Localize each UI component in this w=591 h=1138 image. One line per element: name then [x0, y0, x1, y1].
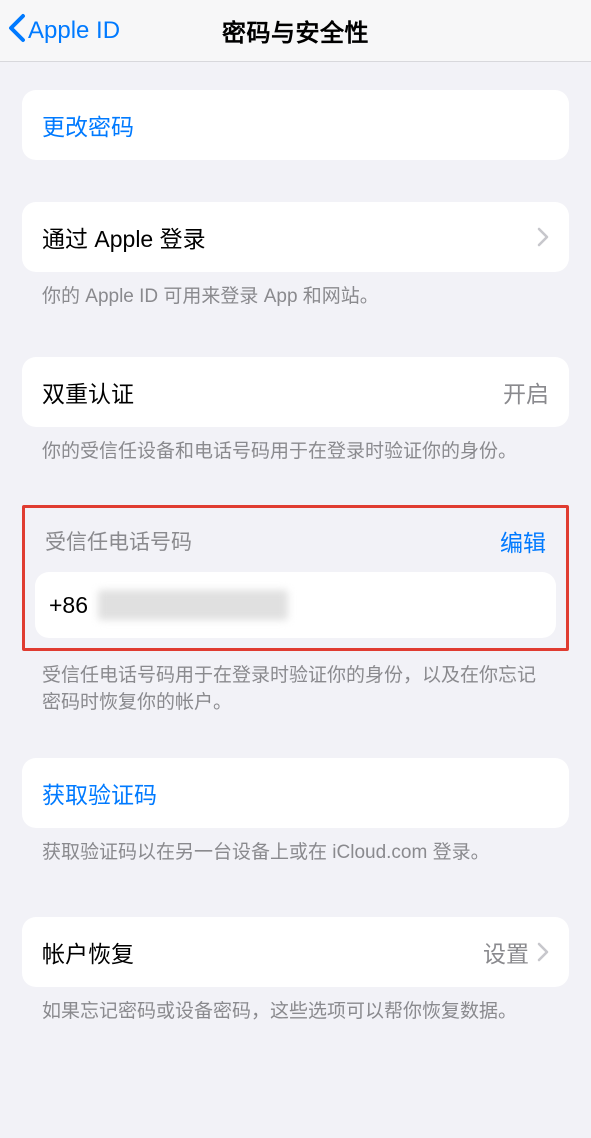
trusted-phone-edit-button[interactable]: 编辑 [500, 524, 546, 558]
trusted-phone-prefix: +86 [49, 592, 88, 619]
two-factor-value: 开启 [503, 375, 549, 409]
sign-in-with-apple-footer: 你的 Apple ID 可用来登录 App 和网站。 [22, 272, 569, 311]
sign-in-with-apple-label: 通过 Apple 登录 [42, 220, 206, 254]
account-recovery-value: 设置 [483, 935, 529, 969]
back-label: Apple ID [28, 17, 120, 45]
change-password-row[interactable]: 更改密码 [22, 90, 569, 160]
trusted-phone-highlight: 受信任电话号码 编辑 +86 [22, 505, 569, 651]
get-code-footer: 获取验证码以在另一台设备上或在 iCloud.com 登录。 [22, 828, 569, 867]
two-factor-label: 双重认证 [42, 375, 134, 409]
trusted-phone-redacted [98, 590, 288, 620]
trusted-phone-row[interactable]: +86 [35, 572, 556, 638]
chevron-right-icon [537, 942, 549, 962]
account-recovery-label: 帐户恢复 [42, 935, 134, 969]
account-recovery-footer: 如果忘记密码或设备密码，这些选项可以帮你恢复数据。 [22, 987, 569, 1026]
get-code-label: 获取验证码 [42, 776, 157, 810]
trusted-phone-header: 受信任电话号码 [45, 526, 192, 556]
trusted-phone-footer: 受信任电话号码用于在登录时验证你的身份，以及在你忘记密码时恢复你的帐户。 [22, 651, 569, 716]
sign-in-with-apple-row[interactable]: 通过 Apple 登录 [22, 202, 569, 272]
chevron-right-icon [537, 227, 549, 247]
account-recovery-row[interactable]: 帐户恢复 设置 [22, 917, 569, 987]
two-factor-footer: 你的受信任设备和电话号码用于在登录时验证你的身份。 [22, 427, 569, 466]
chevron-left-icon [8, 13, 28, 50]
get-code-row[interactable]: 获取验证码 [22, 758, 569, 828]
change-password-label: 更改密码 [42, 108, 134, 142]
back-button[interactable]: Apple ID [8, 0, 120, 62]
two-factor-row[interactable]: 双重认证 开启 [22, 357, 569, 427]
nav-bar: Apple ID 密码与安全性 [0, 0, 591, 62]
